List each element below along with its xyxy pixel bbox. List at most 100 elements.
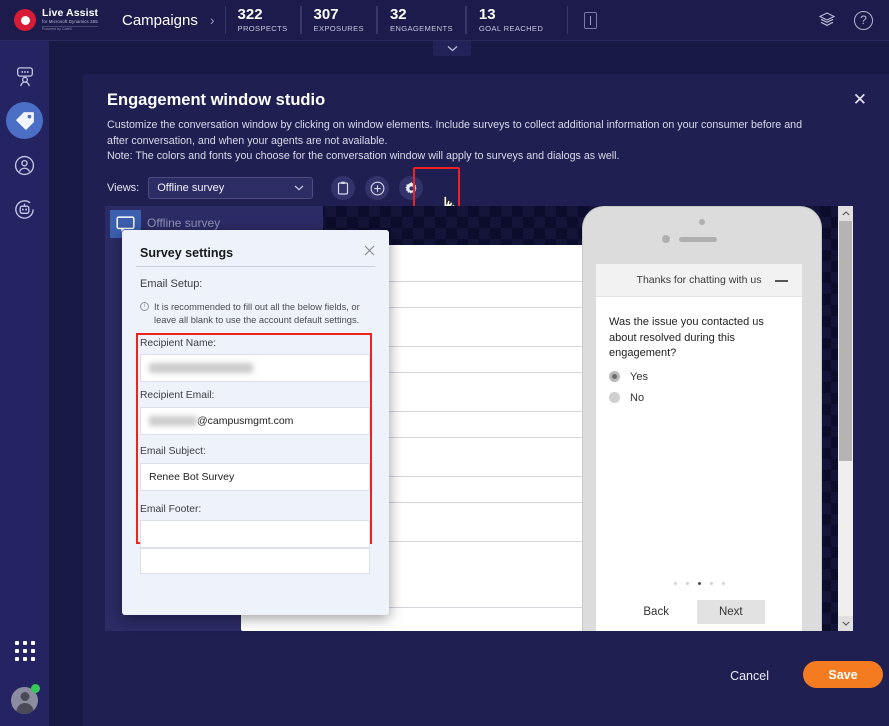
dialog-description: Customize the conversation window by cli…	[107, 118, 807, 165]
phone-camera-icon	[699, 219, 705, 225]
next-button[interactable]: Next	[696, 600, 765, 624]
phone-sensor-icon	[662, 235, 670, 243]
recipient-email-label: Recipient Email:	[140, 390, 215, 401]
email-domain: @campusmgmt.com	[197, 415, 294, 427]
sidebar-item-campaigns[interactable]	[0, 99, 49, 143]
help-icon[interactable]: ?	[854, 10, 873, 30]
divider	[567, 6, 569, 34]
survey-window-body: Was the issue you contacted us about res…	[596, 297, 802, 631]
radio-icon[interactable]	[609, 371, 620, 383]
page-title: Engagement window studio	[107, 91, 326, 109]
scroll-down-icon[interactable]	[838, 616, 853, 631]
metric-goal-reached: 13 GOAL REACHED	[465, 5, 555, 34]
metric-label: EXPOSURES	[313, 24, 364, 34]
email-footer-label: Email Footer:	[140, 504, 202, 515]
survey-option-label: No	[630, 391, 645, 404]
phone-screen: Thanks for chatting with us Was the issu…	[596, 264, 802, 631]
plus-circle-icon	[370, 181, 385, 195]
layers-icon[interactable]	[818, 11, 836, 29]
survey-settings-popover: Survey settings Email Setup: i It is rec…	[122, 230, 389, 615]
minimize-icon[interactable]	[775, 280, 788, 282]
metric-label: ENGAGEMENTS	[389, 24, 453, 34]
logo-subtitle-2: Powered by CafeX	[42, 26, 99, 32]
app-root: Live Assist for Microsoft Dynamics 365 P…	[0, 0, 889, 726]
settings-gear-icon	[405, 181, 417, 194]
person-icon	[14, 155, 35, 175]
status-badge	[31, 684, 40, 693]
add-view-button[interactable]	[365, 176, 390, 200]
note-icon[interactable]	[584, 11, 598, 29]
apps-grid-icon[interactable]	[0, 628, 49, 674]
survey-option-yes[interactable]: Yes	[609, 371, 789, 383]
metric-prospects: 322 PROSPECTS	[224, 5, 300, 34]
divider	[136, 266, 375, 267]
redacted-value: Stephanie Crowley	[149, 363, 253, 373]
radio-icon[interactable]	[609, 392, 620, 404]
recipient-email-input[interactable]: sxcrowley@campusmgmt.com	[140, 407, 370, 435]
popover-close-icon[interactable]	[364, 245, 375, 259]
email-subject-label: Email Subject:	[140, 446, 206, 457]
views-toolbar: Views: Offline survey	[107, 167, 460, 215]
metric-value: 32	[389, 5, 407, 23]
survey-question: Was the issue you contacted us about res…	[609, 316, 764, 360]
close-icon[interactable]: ✕	[853, 91, 867, 108]
survey-window-header: Thanks for chatting with us	[596, 264, 802, 297]
hint-text: It is recommended to fill out all the be…	[154, 302, 360, 325]
views-selected-value: Offline survey	[157, 182, 225, 194]
survey-nav: Back Next	[596, 600, 802, 624]
metric-exposures: 307 EXPOSURES	[300, 6, 376, 34]
metric-engagements: 32 ENGAGEMENTS	[376, 5, 465, 34]
metric-value: 13	[478, 5, 496, 23]
top-bar: Live Assist for Microsoft Dynamics 365 P…	[0, 0, 889, 41]
logo-name: Live Assist	[42, 7, 99, 20]
popover-title: Survey settings	[140, 246, 234, 260]
page-indicator-dots	[596, 582, 802, 585]
duplicate-icon	[338, 181, 349, 195]
breadcrumb-campaigns[interactable]: Campaigns	[122, 12, 198, 29]
description-note: Note: The colors and fonts you choose fo…	[107, 150, 620, 163]
stage-scrollbar[interactable]	[838, 206, 853, 631]
survey-window-title: Thanks for chatting with us	[636, 274, 762, 286]
dialog-footer: Cancel Save	[83, 634, 889, 726]
survey-settings-button[interactable]	[399, 176, 424, 200]
bot-icon	[15, 199, 34, 219]
scrollbar-thumb[interactable]	[839, 221, 852, 461]
mobile-preview: Thanks for chatting with us Was the issu…	[582, 206, 822, 631]
duplicate-view-button[interactable]	[331, 176, 356, 200]
metric-label: PROSPECTS	[237, 24, 288, 34]
scroll-up-icon[interactable]	[838, 206, 853, 221]
email-footer-input[interactable]	[140, 520, 370, 548]
recipient-name-label: Recipient Name:	[140, 338, 217, 349]
sidebar-item-visitors[interactable]	[0, 143, 49, 187]
email-subject-input[interactable]: Renee Bot Survey	[140, 463, 370, 491]
left-nav-rail	[0, 41, 49, 726]
recommendation-hint: i It is recommended to fill out all the …	[140, 301, 375, 326]
live-assist-logo[interactable]: Live Assist for Microsoft Dynamics 365 P…	[0, 8, 104, 32]
survey-option-no[interactable]: No	[609, 392, 789, 404]
description-text: Customize the conversation window by cli…	[107, 119, 803, 147]
chevron-down-icon	[294, 183, 304, 193]
tag-icon	[15, 112, 34, 130]
email-setup-label: Email Setup:	[140, 278, 203, 290]
metric-label: GOAL REACHED	[478, 24, 544, 34]
sidebar-item-bots[interactable]	[0, 187, 49, 231]
metric-value: 322	[237, 5, 263, 23]
stage-heading: Offline survey	[147, 216, 221, 230]
cancel-button[interactable]: Cancel	[730, 669, 769, 683]
save-button[interactable]: Save	[803, 661, 883, 688]
back-button[interactable]: Back	[633, 600, 679, 624]
survey-option-label: Yes	[630, 370, 648, 383]
redacted-value: sxcrowley	[149, 416, 197, 426]
logo-subtitle: for Microsoft Dynamics 365	[42, 19, 98, 25]
user-avatar[interactable]	[0, 674, 49, 726]
breadcrumb-separator-icon: ›	[209, 12, 215, 28]
info-icon: i	[140, 302, 149, 311]
sidebar-item-agents[interactable]	[0, 55, 49, 99]
extra-input[interactable]	[140, 548, 370, 574]
views-label: Views:	[107, 182, 140, 194]
phone-speaker-icon	[679, 237, 717, 242]
agent-chat-icon	[16, 67, 33, 87]
views-select[interactable]: Offline survey	[148, 177, 314, 199]
recipient-name-input[interactable]: Stephanie Crowley	[140, 354, 370, 382]
collapse-toggle[interactable]	[433, 41, 471, 56]
